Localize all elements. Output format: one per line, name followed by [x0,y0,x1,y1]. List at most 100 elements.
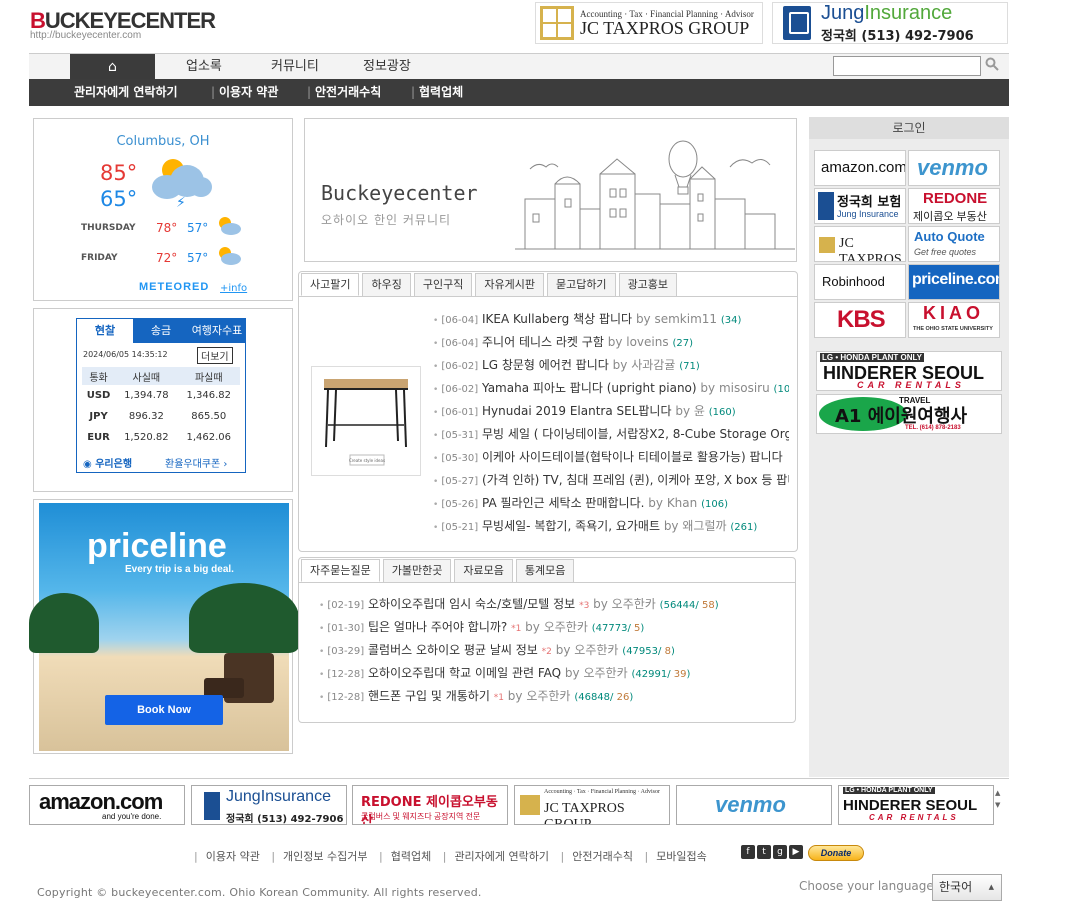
ad-auto-quote[interactable]: Auto Quote Get free quotes [908,226,1000,262]
board-faq: 자주묻는질문 가볼만한곳 자료모음 통계모음 • [02-19] 오하이오주립대 … [298,557,796,723]
bottom-ad-jung[interactable]: JungInsurance 정국희 (513) 492-7906 [191,785,347,825]
tab-statistics[interactable]: 통계모음 [515,559,575,582]
subnav-contact-admin[interactable]: 관리자에게 연락하기 [74,79,178,106]
meteored-info-link[interactable]: +info [220,283,247,294]
column-header: 사실때 [115,367,178,385]
list-item[interactable]: • [06-04] 주니어 테니스 라켓 구함 by loveins (27) [433,331,789,354]
list-item[interactable]: • [05-21] 무빙세일- 복합기, 족욕기, 요가매트 by 왜그럴까 (2… [433,515,789,538]
table-row: EUR 1,520.82 1,462.06 [87,432,232,443]
bottom-ad-jc-taxpros[interactable]: Accounting · Tax · Financial Planning · … [514,785,670,825]
list-item[interactable]: • [05-31] 무빙 세일 ( 다이닝테이블, 서랍장X2, 8-Cube S… [433,423,789,446]
nav-item-community[interactable]: 커뮤니티 [271,54,319,80]
list-item[interactable]: • [05-30] 이케아 사이드테이블(협탁이나 티테이블로 활용가능) 팝니다 [433,446,789,469]
footer-link-terms[interactable]: 이용자 약관 [206,850,260,863]
ad-priceline-small[interactable]: priceline.com [908,264,1000,300]
ad-kbs[interactable]: KBS [814,302,906,338]
ad-redone[interactable]: REDONE 제이콥오 부동산 [908,188,1000,224]
facebook-icon[interactable]: f [741,845,755,859]
city-sketch-illustration [515,140,795,250]
twitter-icon[interactable]: t [757,845,771,859]
subnav-safe-trade[interactable]: 안전거래수칙 [315,79,381,106]
partly-cloudy-icon [217,247,243,267]
bottom-ad-redone[interactable]: REDONE 제이콥오부동산 콜럼버스 및 웨지즈다 공장지역 전문 [352,785,508,825]
meteored-logo[interactable]: METEORED [139,281,209,293]
tab-ads[interactable]: 광고홍보 [618,273,678,296]
footer-link-privacy[interactable]: 개인정보 수집거부 [283,850,367,863]
ad-jung-insurance[interactable]: JungInsurance 정국희 (513) 492-7906 [772,2,1008,44]
site-logo[interactable]: BUCKEYECENTER http://buckeyecenter.com [30,8,216,44]
bottom-ad-amazon[interactable]: amazon.com and you're done. [29,785,185,825]
weather-widget: Columbus, OH 85° 65° ⚡ THURSDAY 78° 57° … [33,118,293,301]
ad-jc-taxpros[interactable]: Accounting · Tax · Financial Planning · … [535,2,763,44]
tab-jobs[interactable]: 구인구직 [413,273,473,296]
list-item[interactable]: • [06-01] Hynudai 2019 Elantra SEL팝니다 by … [433,400,789,423]
copyright-text: Copyright © buckeyecenter.com. Ohio Kore… [37,886,482,899]
subnav-separator: | [307,85,312,99]
woori-bank-link[interactable]: ◉ 우리은행 [83,455,132,470]
ad-jung-phone: 정국희 (513) 492-7906 [821,29,974,44]
footer-links: | 이용자 약관 | 개인정보 수집거부 | 협력업체 | 관리자에게 연락하기 | 안전… [194,850,707,863]
ad-robinhood[interactable]: Robinhood [814,264,906,300]
tab-remittance[interactable]: 송금 [133,319,189,343]
search-input[interactable] [833,56,981,76]
footer-link-safe-trade[interactable]: 안전거래수칙 [572,850,633,863]
search-icon[interactable] [985,57,1001,73]
list-item[interactable]: • [12-28] 핸드폰 구입 및 개통하기 *1 by 오주한카 (46848… [319,685,789,708]
priceline-ad[interactable]: priceline Every trip is a big deal. Book… [29,499,299,754]
tab-resources[interactable]: 자료모음 [454,559,513,582]
tab-cash[interactable]: 현찰 [77,319,133,343]
exchange-table: 통화 사실때 파실때 USD 1,394.78 1,346.82 JPY 896… [82,367,240,448]
tab-travelers-check[interactable]: 여행자수표 [189,319,245,343]
forecast-low: 57° [187,221,209,235]
banner-subtitle: 오하이오 한인 커뮤니티 [321,213,452,227]
list-item[interactable]: • [01-30] 팁은 얼마나 주어야 합니까? *1 by 오주한카 (477… [319,616,789,639]
google-plus-icon[interactable]: g [773,845,787,859]
ad-a1-travel[interactable]: TRAVEL A1 에이원여행사 TEL. (614) 878-2183 [816,394,1002,434]
list-item[interactable]: • [06-04] IKEA Kullaberg 책상 팝니다 by semkim… [433,308,789,331]
forecast-low: 57° [187,251,209,265]
tab-faq[interactable]: 자주묻는질문 [301,559,380,582]
book-now-button[interactable]: Book Now [105,695,223,725]
youtube-icon[interactable]: ▶ [789,845,803,859]
bottom-ad-venmo[interactable]: venmo [676,785,832,825]
exchange-more-button[interactable]: 더보기 [197,347,233,364]
subnav-partners[interactable]: 협력업체 [419,79,463,106]
exchange-coupon-link[interactable]: 환율우대쿠폰 › [165,455,227,470]
list-item[interactable]: • [05-26] PA 필라인근 세탁소 판매합니다. by Khan (106… [433,492,789,515]
ad-jc-taxpros-small[interactable]: JC TAXPROS [814,226,906,262]
tab-places[interactable]: 가볼만한곳 [382,559,452,582]
nav-item-info[interactable]: 정보광장 [363,54,411,80]
bottom-ad-hinderer[interactable]: LG • HONDA PLANT ONLY HINDERER SEOUL CAR… [838,785,994,825]
home-tab[interactable]: ⌂ [70,54,155,80]
ad-venmo[interactable]: venmo [908,150,1000,186]
board-tabs: 자주묻는질문 가볼만한곳 자료모음 통계모음 [299,558,575,582]
list-item[interactable]: • [02-19] 오하이오주립대 임시 숙소/호텔/모텔 정보 *3 by 오주… [319,593,789,616]
donate-button[interactable]: Donate [808,845,864,861]
footer-link-mobile[interactable]: 모바일접속 [656,850,707,863]
login-button[interactable]: 로그인 [809,117,1009,139]
partly-cloudy-icon [217,217,243,237]
list-item[interactable]: • [05-27] (가격 인하) TV, 침대 프레임 (퀸), 이케아 포앙,… [433,469,789,492]
list-item[interactable]: • [06-02] LG 창문형 에어컨 팝니다 by 사과감귤 (71) [433,354,789,377]
subnav-separator: | [411,85,416,99]
footer-link-partners[interactable]: 협력업체 [391,850,431,863]
product-thumbnail[interactable]: Create style ideas [311,366,421,476]
list-item[interactable]: • [06-02] Yamaha 피아노 팝니다 (upright piano) … [433,377,789,400]
subnav-terms[interactable]: 이용자 약관 [219,79,278,106]
ad-kiao[interactable]: KIAO THE OHIO STATE UNIVERSITY [908,302,1000,338]
tab-qna[interactable]: 묻고답하기 [546,273,616,296]
ad-amazon[interactable]: amazon.com [814,150,906,186]
tab-buy-sell[interactable]: 사고팔기 [301,273,360,296]
nav-item-directory[interactable]: 업소록 [186,54,222,80]
tab-housing[interactable]: 하우징 [362,273,411,296]
list-item[interactable]: • [03-29] 콜럼버스 오하이오 평균 날씨 정보 *2 by 오주한카 (… [319,639,789,662]
list-item[interactable]: • [12-28] 오하이오주립대 학교 이메일 관련 FAQ by 오주한카 (… [319,662,789,685]
ad-hinderer-seoul[interactable]: LG • HONDA PLANT ONLY HINDERER SEOUL CAR… [816,351,1002,391]
ad-strip-scroll-arrows[interactable]: ▲ ▼ [995,787,1000,811]
tab-free-board[interactable]: 자유게시판 [475,273,544,296]
board-tabs: 사고팔기 하우징 구인구직 자유게시판 묻고답하기 광고홍보 [299,272,678,296]
language-select[interactable]: 한국어 ▲ [932,874,1002,901]
footer-link-contact[interactable]: 관리자에게 연락하기 [454,850,549,863]
ad-jung-insurance-small[interactable]: 정국희 보험 Jung Insurance [814,188,906,224]
shield-logo-icon [783,6,811,40]
